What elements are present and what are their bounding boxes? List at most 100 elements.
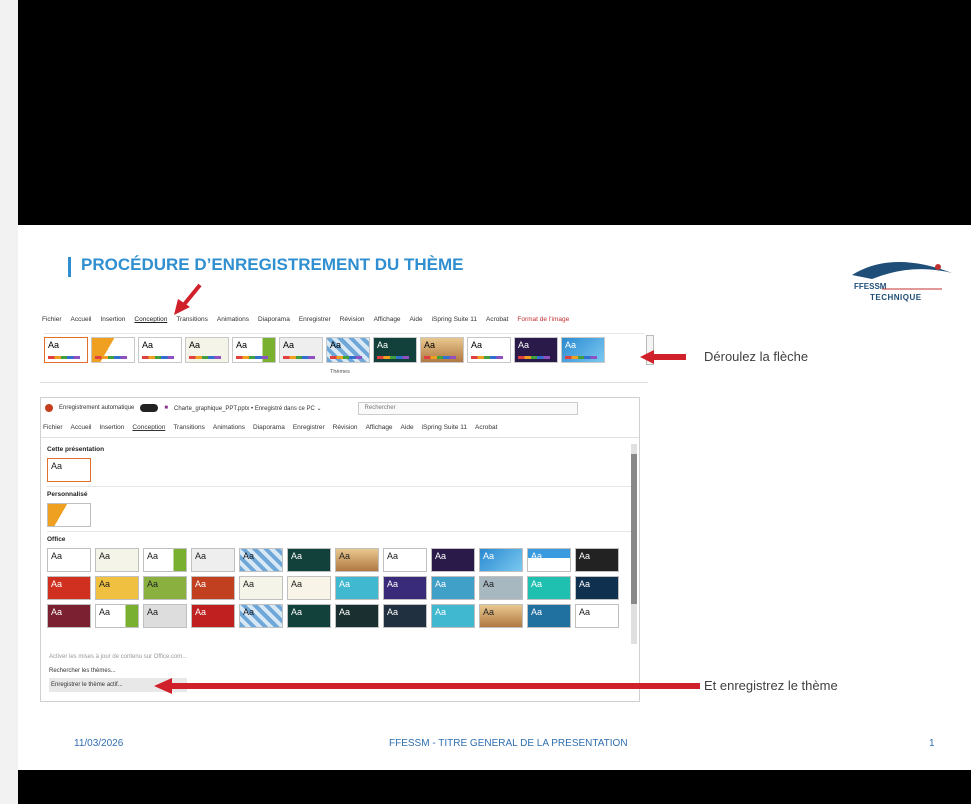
- theme-thumb[interactable]: Aa: [575, 548, 619, 572]
- menu-aide[interactable]: Aide: [410, 316, 423, 323]
- theme-thumb[interactable]: Aa: [143, 576, 187, 600]
- menu-affichage[interactable]: Affichage: [374, 316, 401, 323]
- theme-thumb[interactable]: Aa: [287, 604, 331, 628]
- theme-thumb[interactable]: Aa: [431, 548, 475, 572]
- menu-conception[interactable]: Conception: [132, 424, 165, 431]
- menu-animations[interactable]: Animations: [213, 424, 245, 431]
- powerpoint-icon: [45, 404, 53, 412]
- menu-ispring[interactable]: iSpring Suite 11: [422, 424, 467, 431]
- menu-animations[interactable]: Animations: [217, 316, 249, 323]
- theme-thumb[interactable]: Aa: [575, 576, 619, 600]
- theme-thumb-label: Aa: [377, 340, 389, 350]
- theme-thumb[interactable]: Aa: [191, 576, 235, 600]
- menu-ispring[interactable]: iSpring Suite 11: [432, 316, 477, 323]
- save-icon[interactable]: ■: [164, 405, 168, 411]
- menu-transitions[interactable]: Transitions: [173, 424, 205, 431]
- menu-fichier[interactable]: Fichier: [43, 424, 63, 431]
- themes-strip: Aa Aa Aa Aa Aa Aa Aa Aa Aa Aa Aa: [44, 333, 644, 373]
- theme-thumb[interactable]: Aa: [420, 337, 464, 363]
- theme-thumb[interactable]: Aa: [95, 604, 139, 628]
- theme-thumb[interactable]: [91, 337, 135, 363]
- theme-thumb[interactable]: Aa: [47, 548, 91, 572]
- menu-aide[interactable]: Aide: [401, 424, 414, 431]
- theme-thumb[interactable]: Aa: [47, 576, 91, 600]
- theme-thumb[interactable]: Aa: [561, 337, 605, 363]
- menu-conception[interactable]: Conception: [134, 316, 167, 323]
- slide: PROCÉDURE D’ENREGISTREMENT DU THÈME FFES…: [18, 225, 971, 770]
- menu-insertion[interactable]: Insertion: [100, 316, 125, 323]
- theme-thumb[interactable]: Aa: [47, 604, 91, 628]
- theme-thumb[interactable]: Aa: [383, 548, 427, 572]
- filename[interactable]: Charte_graphique_PPT.pptx • Enregistré d…: [174, 405, 322, 412]
- link-browse-themes[interactable]: Rechercher les thèmes...: [49, 664, 187, 678]
- menu-transitions[interactable]: Transitions: [176, 316, 208, 323]
- theme-thumb[interactable]: Aa: [185, 337, 229, 363]
- section-current: Cette présentation: [47, 446, 105, 453]
- theme-thumb[interactable]: Aa: [527, 548, 571, 572]
- theme-thumb[interactable]: Aa: [383, 604, 427, 628]
- left-margin: [0, 0, 18, 804]
- theme-thumb[interactable]: Aa: [575, 604, 619, 628]
- search-input[interactable]: Rechercher: [357, 401, 578, 415]
- theme-thumb[interactable]: Aa: [95, 576, 139, 600]
- theme-thumb[interactable]: Aa: [239, 604, 283, 628]
- theme-thumb[interactable]: Aa: [239, 548, 283, 572]
- menu-accueil[interactable]: Accueil: [71, 316, 92, 323]
- theme-thumb[interactable]: Aa: [383, 576, 427, 600]
- theme-thumb[interactable]: Aa: [47, 458, 91, 482]
- theme-thumb[interactable]: Aa: [479, 576, 523, 600]
- theme-thumb[interactable]: Aa: [191, 548, 235, 572]
- theme-thumb[interactable]: Aa: [467, 337, 511, 363]
- theme-thumb[interactable]: Aa: [287, 576, 331, 600]
- title-accent-bar: [68, 257, 71, 277]
- theme-thumb[interactable]: Aa: [191, 604, 235, 628]
- logo-subtitle: TECHNIQUE: [870, 293, 922, 302]
- theme-thumb[interactable]: Aa: [335, 604, 379, 628]
- theme-thumb[interactable]: Aa: [514, 337, 558, 363]
- menu-diaporama[interactable]: Diaporama: [253, 424, 285, 431]
- instruction-save: Et enregistrez le thème: [704, 678, 838, 693]
- theme-thumb[interactable]: Aa: [431, 604, 475, 628]
- theme-thumb[interactable]: Aa: [143, 548, 187, 572]
- gallery-scrollbar-thumb[interactable]: [631, 454, 637, 604]
- menu-diaporama[interactable]: Diaporama: [258, 316, 290, 323]
- menu-affichage[interactable]: Affichage: [366, 424, 393, 431]
- menu-format-image[interactable]: Format de l'image: [517, 316, 569, 323]
- theme-thumb[interactable]: Aa: [239, 576, 283, 600]
- theme-thumb-label: Aa: [565, 340, 577, 350]
- theme-thumb[interactable]: Aa: [527, 576, 571, 600]
- theme-thumb-label: Aa: [518, 340, 530, 350]
- theme-thumb[interactable]: Aa: [287, 548, 331, 572]
- theme-thumb[interactable]: Aa: [279, 337, 323, 363]
- theme-thumb[interactable]: Aa: [479, 548, 523, 572]
- menu-enregistrer[interactable]: Enregistrer: [299, 316, 331, 323]
- theme-thumb[interactable]: Aa: [431, 576, 475, 600]
- theme-thumb[interactable]: [47, 503, 91, 527]
- theme-thumb[interactable]: Aa: [479, 604, 523, 628]
- theme-thumb-label: Aa: [471, 340, 483, 350]
- menu-accueil[interactable]: Accueil: [71, 424, 92, 431]
- menu-insertion[interactable]: Insertion: [99, 424, 124, 431]
- theme-thumb[interactable]: Aa: [44, 337, 88, 363]
- menu-revision[interactable]: Révision: [340, 316, 365, 323]
- arrow-left-icon: [640, 350, 686, 364]
- theme-thumb[interactable]: Aa: [527, 604, 571, 628]
- menu-acrobat[interactable]: Acrobat: [486, 316, 508, 323]
- theme-thumb[interactable]: Aa: [326, 337, 370, 363]
- autosave-toggle[interactable]: [140, 404, 159, 412]
- theme-thumb-label: Aa: [189, 340, 201, 350]
- theme-thumb[interactable]: Aa: [143, 604, 187, 628]
- theme-thumb[interactable]: Aa: [335, 548, 379, 572]
- theme-thumb[interactable]: Aa: [232, 337, 276, 363]
- menu-fichier[interactable]: Fichier: [42, 316, 62, 323]
- theme-thumb[interactable]: Aa: [373, 337, 417, 363]
- link-update-content[interactable]: Activer les mises à jour de contenu sur …: [49, 650, 187, 664]
- menu-acrobat[interactable]: Acrobat: [475, 424, 497, 431]
- menu-enregistrer[interactable]: Enregistrer: [293, 424, 325, 431]
- menu-revision[interactable]: Révision: [333, 424, 358, 431]
- theme-thumb[interactable]: Aa: [95, 548, 139, 572]
- ribbon-menu-2: Fichier Accueil Insertion Conception Tra…: [41, 418, 639, 438]
- theme-thumb[interactable]: Aa: [138, 337, 182, 363]
- theme-thumb[interactable]: Aa: [335, 576, 379, 600]
- ribbon-menu-1: Fichier Accueil Insertion Conception Tra…: [40, 311, 648, 328]
